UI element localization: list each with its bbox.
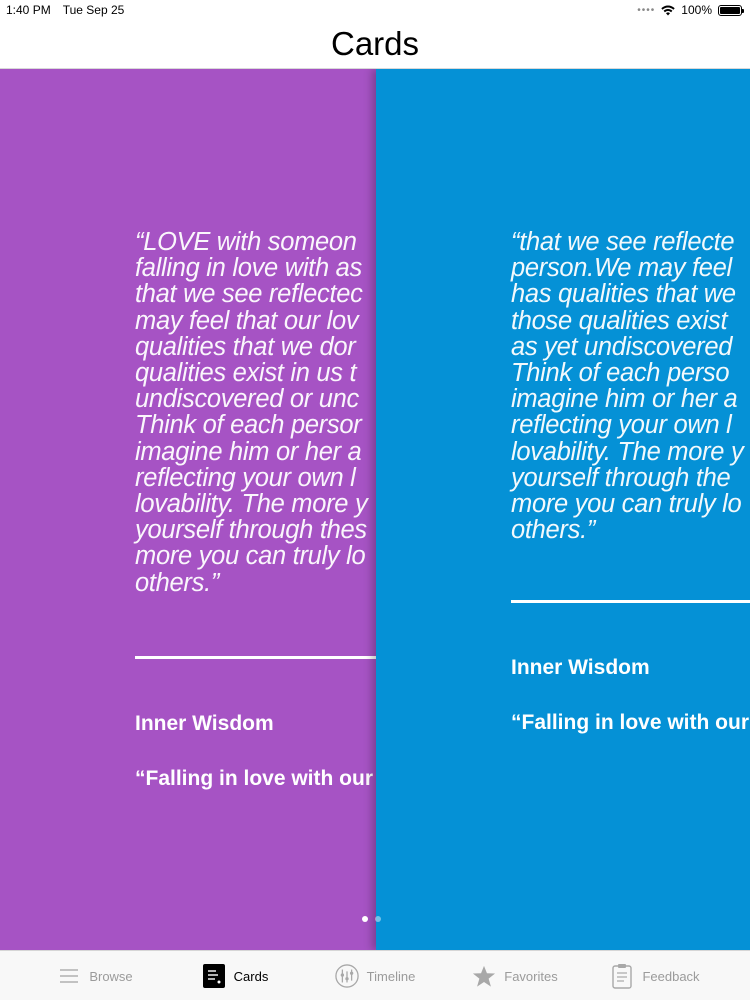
battery-icon xyxy=(718,4,744,16)
tab-label: Timeline xyxy=(366,968,416,984)
tab-bar: Browse Cards Timeline Favorites Feedback xyxy=(0,950,750,1000)
card-title: Inner Wisdom xyxy=(511,656,650,679)
nav-bar: Cards xyxy=(0,20,750,69)
card-divider xyxy=(135,656,376,659)
list-icon xyxy=(57,963,81,989)
tab-timeline[interactable]: Timeline xyxy=(305,951,445,1000)
page-dot-2[interactable] xyxy=(375,916,381,922)
timeline-icon xyxy=(334,963,359,989)
star-icon xyxy=(472,963,496,989)
tab-favorites[interactable]: Favorites xyxy=(445,951,585,1000)
tab-browse[interactable]: Browse xyxy=(25,951,165,1000)
signal-dots-icon: •••• xyxy=(637,4,656,16)
tab-label: Feedback xyxy=(642,968,700,984)
status-left: 1:40 PM Tue Sep 25 xyxy=(6,3,124,17)
cards-icon xyxy=(202,963,226,989)
card-divider xyxy=(511,600,750,603)
cards-carousel[interactable]: “LOVE with someon falling in love with a… xyxy=(0,69,750,950)
card-quote: “that we see reflecte person.We may feel… xyxy=(511,228,744,545)
tab-label: Cards xyxy=(233,968,269,984)
wifi-icon xyxy=(661,5,675,15)
status-bar: 1:40 PM Tue Sep 25 •••• 100% xyxy=(0,0,750,20)
page-dot-1[interactable] xyxy=(362,916,368,922)
status-time: 1:40 PM xyxy=(6,3,51,17)
status-date: Tue Sep 25 xyxy=(62,3,125,17)
tab-cards[interactable]: Cards xyxy=(165,951,305,1000)
tab-label: Favorites xyxy=(504,968,558,984)
card-subtitle: “Falling in love with our xyxy=(135,767,374,790)
card-title: Inner Wisdom xyxy=(135,712,274,735)
page-indicator[interactable] xyxy=(362,916,381,922)
tab-feedback[interactable]: Feedback xyxy=(585,951,725,1000)
clipboard-icon xyxy=(610,963,634,989)
card-quote: “LOVE with someon falling in love with a… xyxy=(135,228,368,597)
page-title: Cards xyxy=(330,25,420,62)
status-right: •••• 100% xyxy=(637,3,744,17)
tab-label: Browse xyxy=(89,968,133,984)
card-subtitle: “Falling in love with our xyxy=(511,711,750,734)
card-1[interactable]: “LOVE with someon falling in love with a… xyxy=(0,69,376,950)
card-2[interactable]: “that we see reflecte person.We may feel… xyxy=(376,69,750,950)
battery-percent: 100% xyxy=(681,3,712,17)
